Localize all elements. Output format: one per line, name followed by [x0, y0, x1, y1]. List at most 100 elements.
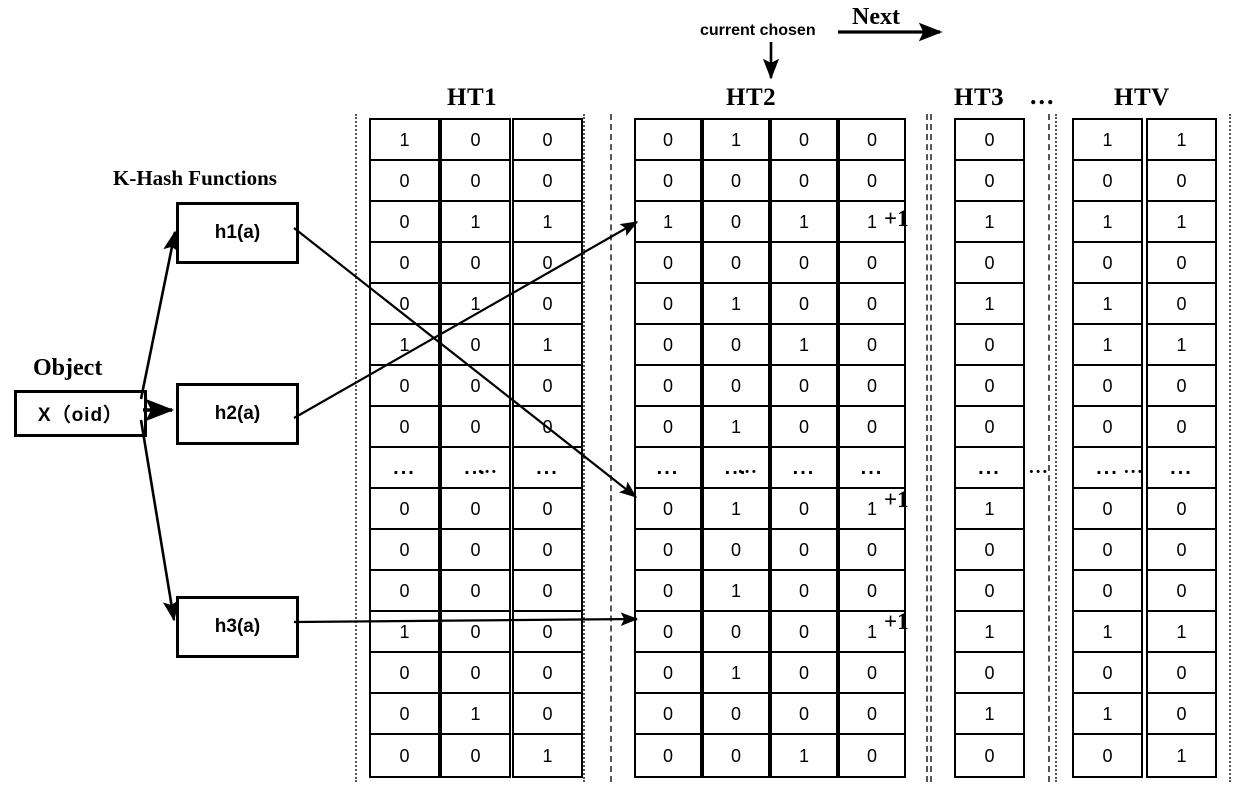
bit-cell: 0 [514, 407, 581, 448]
htv-inner-ellipsis: ... [1124, 457, 1145, 478]
bit-cell: 1 [772, 325, 836, 366]
bit-cell: 1 [1074, 612, 1141, 653]
bit-cell: 1 [704, 120, 768, 161]
bit-cell: 0 [371, 161, 438, 202]
bit-cell: 1 [704, 284, 768, 325]
bit-cell: 1 [956, 284, 1023, 325]
bit-cell: 0 [636, 243, 700, 284]
bit-cell: 0 [514, 120, 581, 161]
bit-cell: 0 [1074, 489, 1141, 530]
bit-cell: 0 [704, 202, 768, 243]
current-chosen-label: current chosen [700, 22, 816, 39]
bit-cell-ellipsis: ... [1148, 448, 1215, 489]
bit-cell: 0 [442, 612, 509, 653]
bit-cell: 1 [636, 202, 700, 243]
bit-cell: 0 [956, 325, 1023, 366]
bit-cell: 0 [636, 489, 700, 530]
bit-cell: 0 [704, 161, 768, 202]
bit-cell: 0 [704, 366, 768, 407]
bit-cell: 0 [1148, 161, 1215, 202]
bit-cell: 0 [772, 120, 836, 161]
bit-cell: 0 [1148, 653, 1215, 694]
ht3-htv-gap-ellipsis: ... [1029, 457, 1050, 478]
bit-cell: 1 [1074, 284, 1141, 325]
bit-cell: 1 [371, 612, 438, 653]
bit-columns-ht3: 0 0 1 0 1 0 0 0... 1 0 0 1 0 1 0 [954, 118, 1025, 778]
hash-function-box-h2: h2(a) [176, 383, 299, 445]
table-title-htv: HTV [1114, 84, 1170, 111]
bit-cell: 0 [840, 120, 904, 161]
bit-cell: 0 [442, 325, 509, 366]
bit-cell: 0 [1148, 366, 1215, 407]
bit-cell: 0 [840, 243, 904, 284]
next-label: Next [852, 4, 900, 30]
bit-cell: 0 [730, 745, 741, 766]
bit-cell-ellipsis: ... [442, 448, 509, 489]
bit-cell: 0 [399, 745, 410, 766]
bit-cell-ellipsis: ... [840, 448, 904, 489]
bit-cell: 1 [1148, 202, 1215, 243]
bit-cell: 0 [1148, 284, 1215, 325]
bit-columns-htv-b: 1 0 1 0 0 1 0 0... 0 0 0 1 0 0 1 [1146, 118, 1217, 778]
ht1-inner-ellipsis: ... [478, 457, 499, 478]
bit-cell: 0 [1074, 366, 1141, 407]
bit-cell: 0 [704, 612, 768, 653]
bit-cell: 0 [956, 571, 1023, 612]
bit-cell: 1 [1074, 325, 1141, 366]
bit-cell: 1 [442, 694, 509, 735]
bit-cell: 0 [956, 366, 1023, 407]
bit-cell: 1 [1148, 612, 1215, 653]
bit-cell: 1 [371, 325, 438, 366]
bit-cell: 0 [470, 745, 481, 766]
bit-cell: 0 [1148, 489, 1215, 530]
bit-cell: 0 [704, 694, 768, 735]
bit-cell: 0 [772, 366, 836, 407]
hash-function-label-h1: h1(a) [214, 222, 261, 243]
bit-columns-ht1-single: 0 0 1 0 0 1 0 0... 0 0 0 0 0 0 1 [512, 118, 583, 778]
bit-cell: 0 [371, 653, 438, 694]
bit-cell: 0 [514, 366, 581, 407]
bit-cell: 1 [704, 653, 768, 694]
bit-cell: 0 [772, 653, 836, 694]
bit-cell: 0 [636, 284, 700, 325]
bit-columns-htv-a: 1 0 1 0 1 1 0 0... 0 0 0 1 0 1 0 [1072, 118, 1143, 778]
bit-cell: 0 [371, 284, 438, 325]
bit-cell: 0 [772, 489, 836, 530]
bit-cell: 0 [1148, 694, 1215, 735]
bit-cell: 0 [772, 407, 836, 448]
hash-function-label-h2: h2(a) [214, 403, 261, 424]
bit-cell: 0 [636, 120, 700, 161]
bit-cell: 0 [704, 243, 768, 284]
bit-cell: 0 [442, 120, 509, 161]
bit-cell: 1 [704, 489, 768, 530]
tables-group-ellipsis: ... [1030, 81, 1056, 110]
bit-cell: 0 [772, 571, 836, 612]
bit-cell: 0 [514, 161, 581, 202]
bit-cell: 0 [514, 571, 581, 612]
bit-cell: 1 [371, 120, 438, 161]
bit-cell: 0 [371, 694, 438, 735]
bit-cell: 0 [662, 745, 673, 766]
bit-cell: 0 [956, 407, 1023, 448]
increment-marker-row3: +1 [884, 206, 909, 231]
bit-cell: 1 [1074, 202, 1141, 243]
bit-cell-ellipsis: ... [371, 448, 438, 489]
bit-column-ht1-1: 1 0 0 0 0 1 0 0... 0 0 0 1 0 0 0 [369, 118, 440, 778]
bit-cell: 0 [514, 489, 581, 530]
bit-cell: 1 [514, 202, 581, 243]
bit-cell: 0 [984, 745, 995, 766]
bit-cell: 0 [514, 284, 581, 325]
bit-cell: 0 [514, 694, 581, 735]
bit-cell: 1 [1148, 325, 1215, 366]
bit-cell: 0 [1148, 243, 1215, 284]
bit-cell: 0 [1102, 745, 1113, 766]
bit-column-ht1-2: 0 0 1 0 1 0 0 0... 0 0 0 0 0 1 0 [440, 118, 511, 778]
bit-cell: 0 [1074, 653, 1141, 694]
bit-cell: 0 [840, 407, 904, 448]
bit-cell: 0 [1148, 407, 1215, 448]
bit-cell: 0 [514, 530, 581, 571]
bit-cell: 0 [636, 325, 700, 366]
bit-cell-ellipsis: ... [636, 448, 700, 489]
bit-cell: 0 [514, 612, 581, 653]
bit-cell: 0 [371, 571, 438, 612]
